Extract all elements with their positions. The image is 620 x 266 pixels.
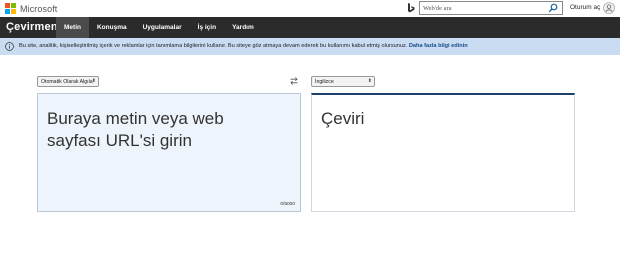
cookie-banner: Bu site, analitik, kişiselleştirilmiş iç… (0, 38, 620, 55)
translation-placeholder: Çeviri (321, 109, 365, 128)
cookie-banner-message: Bu site, analitik, kişiselleştirilmiş iç… (19, 43, 468, 49)
source-language-select[interactable]: Otomatik Olarak Algıla ⬍ (37, 76, 99, 87)
nav-item-speech[interactable]: Konuşma (89, 17, 135, 38)
microsoft-header: Microsoft Oturum aç (0, 0, 620, 17)
source-text-area[interactable]: Buraya metin veya web sayfası URL'si gir… (37, 93, 301, 212)
microsoft-logo-icon (5, 3, 16, 14)
translator-brand[interactable]: Çevirmen (6, 21, 58, 33)
info-icon (5, 42, 14, 51)
cookie-banner-text: Bu site, analitik, kişiselleştirilmiş iç… (19, 43, 408, 49)
nav-item-apps[interactable]: Uygulamalar (135, 17, 190, 38)
source-language-value: Otomatik Olarak Algıla (41, 79, 93, 85)
bing-icon[interactable] (405, 2, 417, 14)
target-language-select[interactable]: İngilizce ⬍ (311, 76, 375, 87)
web-search-input[interactable] (423, 3, 543, 14)
sign-in-link[interactable]: Oturum aç (570, 4, 600, 11)
swap-languages-icon[interactable] (289, 76, 299, 86)
web-search-box[interactable] (419, 1, 563, 15)
translator-nav: Çevirmen Metin Konuşma Uygulamalar İş iç… (0, 17, 620, 38)
search-icon[interactable] (548, 3, 558, 13)
nav-item-business[interactable]: İş için (190, 17, 224, 38)
target-language-value: İngilizce (315, 79, 334, 85)
source-placeholder[interactable]: Buraya metin veya web sayfası URL'si gir… (47, 108, 277, 152)
nav-item-help[interactable]: Yardım (224, 17, 262, 38)
microsoft-brand-text: Microsoft (20, 3, 58, 14)
select-arrows-icon: ⬍ (91, 78, 96, 84)
nav-menu: Metin Konuşma Uygulamalar İş için Yardım (56, 17, 262, 38)
learn-more-link[interactable]: Daha fazla bilgi edinin (409, 43, 468, 49)
microsoft-logo[interactable]: Microsoft (5, 3, 57, 14)
person-icon[interactable] (603, 2, 615, 14)
character-count: 0/5000 (280, 202, 295, 207)
nav-item-text[interactable]: Metin (56, 17, 89, 38)
translation-output-area: Çeviri (311, 93, 575, 212)
select-arrows-icon: ⬍ (367, 78, 372, 84)
